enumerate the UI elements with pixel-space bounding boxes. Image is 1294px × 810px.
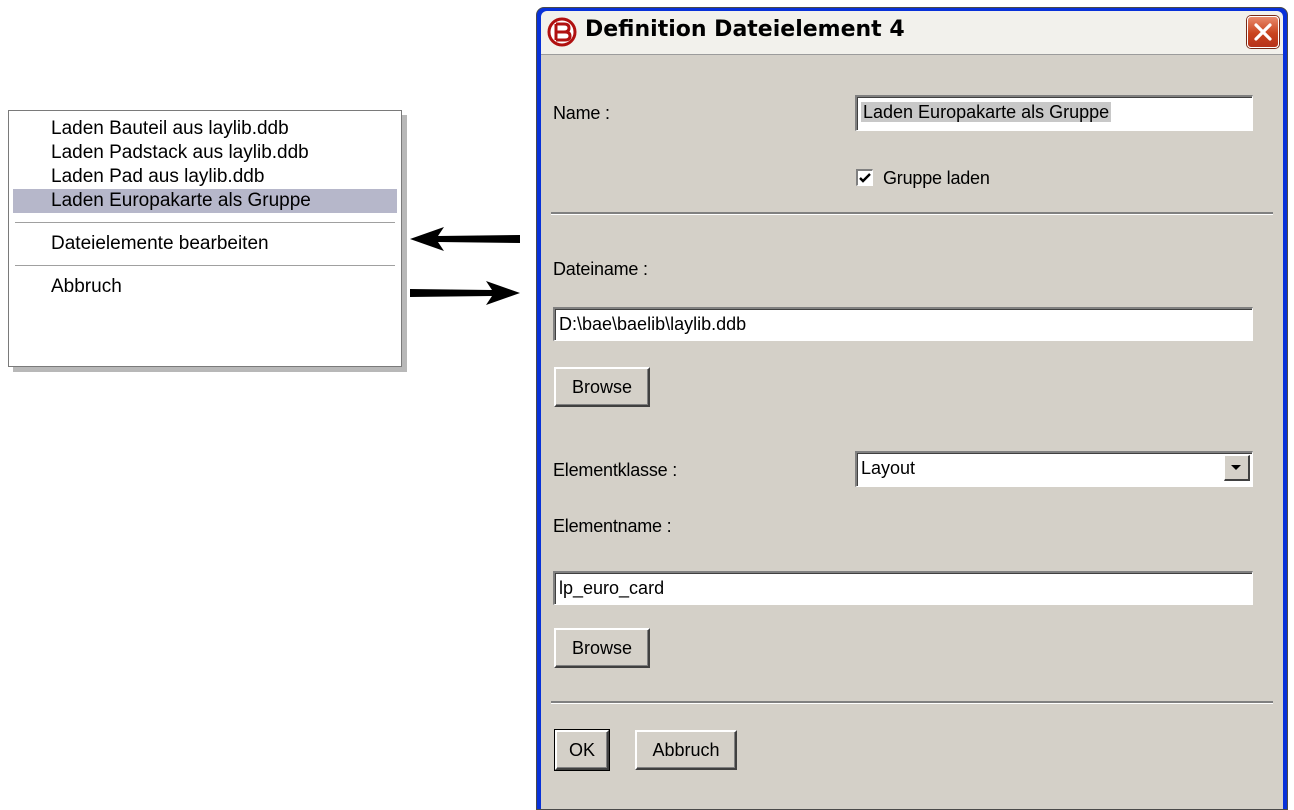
separator [551, 212, 1273, 215]
element-name-field[interactable]: lp_euro_card [553, 571, 1253, 605]
menu-separator [15, 222, 395, 223]
menu-item-load-component[interactable]: Laden Bauteil aus laylib.ddb [13, 117, 397, 141]
app-icon [547, 17, 577, 47]
menu-item-load-eurocard-group[interactable]: Laden Europakarte als Gruppe [13, 189, 397, 213]
element-name-label: Elementname : [553, 516, 672, 536]
dialog-title: Definition Dateielement 4 [585, 17, 905, 42]
browse-element-button[interactable]: Browse [554, 628, 650, 668]
chevron-down-icon [1231, 465, 1241, 470]
screenshot-root: Laden Bauteil aus laylib.ddb Laden Padst… [0, 0, 1294, 810]
element-class-label: Elementklasse : [553, 460, 678, 480]
filename-field[interactable]: D:\bae\baelib\laylib.ddb [553, 307, 1253, 341]
cancel-button[interactable]: Abbruch [635, 730, 737, 770]
definition-dialog: Definition Dateielement 4 Name : Laden E… [536, 7, 1288, 810]
checkmark-icon [859, 173, 871, 183]
ok-button[interactable]: OK [554, 729, 610, 771]
name-value: Laden Europakarte als Gruppe [861, 102, 1112, 122]
context-menu: Laden Bauteil aus laylib.ddb Laden Padst… [8, 110, 402, 367]
menu-item-load-pad[interactable]: Laden Pad aus laylib.ddb [13, 165, 397, 189]
filename-label: Dateiname : [553, 259, 648, 279]
group-checkbox[interactable] [856, 169, 873, 186]
menu-item-load-padstack[interactable]: Laden Padstack aus laylib.ddb [13, 141, 397, 165]
menu-separator [15, 265, 395, 266]
element-class-value: Layout [861, 458, 916, 478]
close-icon [1254, 23, 1272, 41]
menu-item-cancel[interactable]: Abbruch [13, 275, 397, 299]
arrow-right-icon [410, 281, 520, 305]
name-label: Name : [553, 103, 610, 123]
group-checkbox-label: Gruppe laden [883, 168, 990, 188]
menu-item-edit-file-elements[interactable]: Dateielemente bearbeiten [13, 232, 397, 256]
arrow-left-icon [410, 227, 520, 251]
title-bar[interactable]: Definition Dateielement 4 [541, 11, 1283, 55]
dialog-body: Name : Laden Europakarte als Gruppe Grup… [541, 55, 1283, 809]
close-button[interactable] [1247, 16, 1279, 48]
dropdown-button[interactable] [1224, 455, 1250, 481]
name-field[interactable]: Laden Europakarte als Gruppe [855, 95, 1253, 131]
element-class-select[interactable]: Layout [855, 451, 1253, 487]
browse-filename-button[interactable]: Browse [554, 367, 650, 407]
separator [551, 701, 1273, 704]
